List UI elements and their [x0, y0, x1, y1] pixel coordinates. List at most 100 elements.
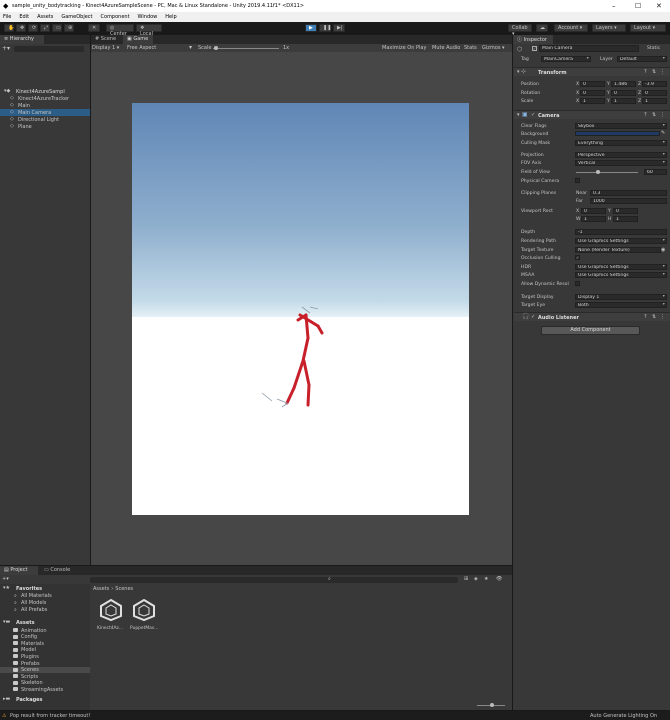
viewport-y-field[interactable]: 0: [613, 208, 638, 214]
viewport-w-field[interactable]: 1: [581, 216, 606, 222]
rotation-y-field[interactable]: 0: [611, 90, 636, 96]
target-eye-dropdown[interactable]: Both: [575, 302, 667, 308]
folder-item[interactable]: StreamingAssets: [21, 687, 63, 693]
cloud-button[interactable]: ☁: [536, 24, 548, 32]
rotation-z-field[interactable]: 0: [642, 90, 667, 96]
hierarchy-item[interactable]: ◇ Directional Light: [0, 116, 90, 123]
scale-x-field[interactable]: 1: [580, 98, 605, 104]
status-message[interactable]: Pop result from tracker timeout!: [10, 713, 90, 719]
fov-slider-track[interactable]: [576, 172, 638, 173]
help-icon[interactable]: ?: [644, 112, 647, 118]
audio-enabled-checkbox[interactable]: ✓: [531, 314, 535, 320]
transform-tool-button[interactable]: ⊕: [64, 24, 74, 32]
folder-item[interactable]: Plugins: [21, 654, 39, 660]
scale-slider-thumb[interactable]: [214, 46, 218, 50]
play-button[interactable]: ▶: [305, 24, 317, 32]
star-icon[interactable]: ★: [484, 576, 488, 582]
tab-project[interactable]: ▤ Project: [0, 566, 38, 575]
folder-item[interactable]: Scenes: [21, 667, 39, 673]
depth-field[interactable]: -1: [575, 229, 667, 235]
tag-dropdown[interactable]: MainCamera: [541, 56, 591, 62]
add-component-button[interactable]: Add Component: [541, 326, 640, 335]
clear-flags-dropdown[interactable]: Skybox: [575, 123, 667, 129]
component-menu-icon[interactable]: ⋮: [660, 69, 665, 75]
minimize-icon[interactable]: –: [612, 2, 616, 10]
account-dropdown[interactable]: Account ▾: [554, 24, 588, 32]
maximize-icon[interactable]: ☐: [635, 2, 641, 10]
foldout-arrow-icon[interactable]: ▾: [517, 112, 520, 118]
pause-button[interactable]: ❚❚: [319, 24, 331, 32]
near-field[interactable]: 0.3: [590, 190, 667, 196]
fov-field[interactable]: 60: [644, 169, 667, 175]
rotate-tool-button[interactable]: ⟳: [28, 24, 38, 32]
hierarchy-item[interactable]: ◇ Main Camera: [0, 109, 90, 116]
presets-icon[interactable]: ⇅: [652, 314, 656, 320]
position-x-field[interactable]: 0: [580, 81, 605, 87]
static-toggle[interactable]: Static: [647, 46, 660, 51]
tab-scene[interactable]: # Scene: [91, 35, 121, 44]
favorite-item[interactable]: All Prefabs: [21, 607, 47, 613]
label-icon[interactable]: ◈: [474, 576, 478, 582]
target-display-dropdown[interactable]: Display 1: [575, 294, 667, 300]
game-render[interactable]: [132, 103, 469, 515]
fov-slider-thumb[interactable]: [596, 170, 600, 174]
hierarchy-search-input[interactable]: [14, 45, 85, 52]
tab-hierarchy[interactable]: ≡ Hierarchy: [0, 35, 44, 44]
move-tool-button[interactable]: ✥: [16, 24, 26, 32]
tab-inspector[interactable]: ⓘ Inspector: [513, 35, 553, 44]
menu-window[interactable]: Window: [138, 14, 158, 20]
layers-dropdown[interactable]: Layers ▾: [592, 24, 626, 32]
menu-assets[interactable]: Assets: [37, 14, 53, 20]
viewport-h-field[interactable]: 1: [613, 216, 638, 222]
aspect-dropdown[interactable]: Free Aspect: [127, 45, 156, 51]
dynamic-res-checkbox[interactable]: [575, 281, 580, 286]
layout-dropdown[interactable]: Layout ▾: [630, 24, 666, 32]
folder-item[interactable]: Prefabs: [21, 661, 40, 667]
menu-edit[interactable]: Edit: [19, 14, 29, 20]
create-plus-icon[interactable]: +▾: [2, 576, 9, 582]
project-search-input[interactable]: [90, 577, 458, 583]
physical-camera-checkbox[interactable]: [575, 178, 580, 183]
rendering-path-dropdown[interactable]: Use Graphics Settings: [575, 238, 667, 244]
folder-item[interactable]: Model: [21, 647, 36, 653]
favorite-item[interactable]: All Models: [21, 600, 46, 606]
folder-item[interactable]: Skeleton: [21, 680, 43, 686]
culling-mask-dropdown[interactable]: Everything: [575, 140, 667, 146]
active-checkbox[interactable]: ✓: [532, 46, 537, 51]
maximize-on-play-toggle[interactable]: Maximize On Play: [382, 45, 426, 51]
msaa-dropdown[interactable]: Use Graphics Settings: [575, 272, 667, 278]
position-y-field[interactable]: 1.486: [611, 81, 636, 87]
occlusion-checkbox[interactable]: ✓: [575, 255, 580, 260]
component-menu-icon[interactable]: ⋮: [660, 112, 665, 118]
component-menu-icon[interactable]: ⋮: [660, 314, 665, 320]
eyedropper-icon[interactable]: ✎: [661, 130, 665, 136]
presets-icon[interactable]: ⇅: [652, 112, 656, 118]
step-button[interactable]: ▶|: [333, 24, 345, 32]
target-texture-field[interactable]: None (Render Texture): [575, 247, 661, 253]
camera-enabled-checkbox[interactable]: ✓: [531, 112, 535, 118]
slider-thumb[interactable]: [490, 703, 494, 707]
close-icon[interactable]: ✕: [656, 2, 662, 10]
pivot-center-button[interactable]: ◎ Center: [106, 24, 134, 37]
projection-dropdown[interactable]: Perspective: [575, 152, 667, 158]
hierarchy-item[interactable]: ◇ Kinect4AzureTracker: [0, 95, 90, 102]
scale-slider[interactable]: [213, 48, 279, 49]
tab-game[interactable]: ▣ Game: [123, 35, 153, 44]
foldout-arrow-icon[interactable]: ▾: [517, 69, 520, 75]
create-plus-icon[interactable]: +▾: [2, 45, 10, 52]
visibility-icon[interactable]: 👁: [496, 576, 502, 582]
breadcrumb-scenes[interactable]: Scenes: [115, 586, 133, 592]
scale-y-field[interactable]: 1: [611, 98, 636, 104]
scene-file-2[interactable]: PuppetMas...: [130, 598, 160, 634]
rect-tool-button[interactable]: ▭: [52, 24, 62, 32]
pivot-local-button[interactable]: ❖ Local: [136, 24, 162, 37]
mute-audio-toggle[interactable]: Mute Audio: [432, 45, 460, 51]
menu-gameobject[interactable]: GameObject: [61, 14, 92, 20]
gizmos-dropdown[interactable]: Gizmos ▾: [482, 45, 505, 51]
custom-tool-button[interactable]: ✕: [88, 24, 100, 32]
tab-console[interactable]: ▭ Console: [40, 566, 78, 575]
favorite-item[interactable]: All Materials: [21, 593, 52, 599]
scene-file-1[interactable]: Kinect4Az...: [97, 598, 125, 634]
scale-tool-button[interactable]: ⤢: [40, 24, 50, 32]
rotation-x-field[interactable]: 0: [580, 90, 605, 96]
